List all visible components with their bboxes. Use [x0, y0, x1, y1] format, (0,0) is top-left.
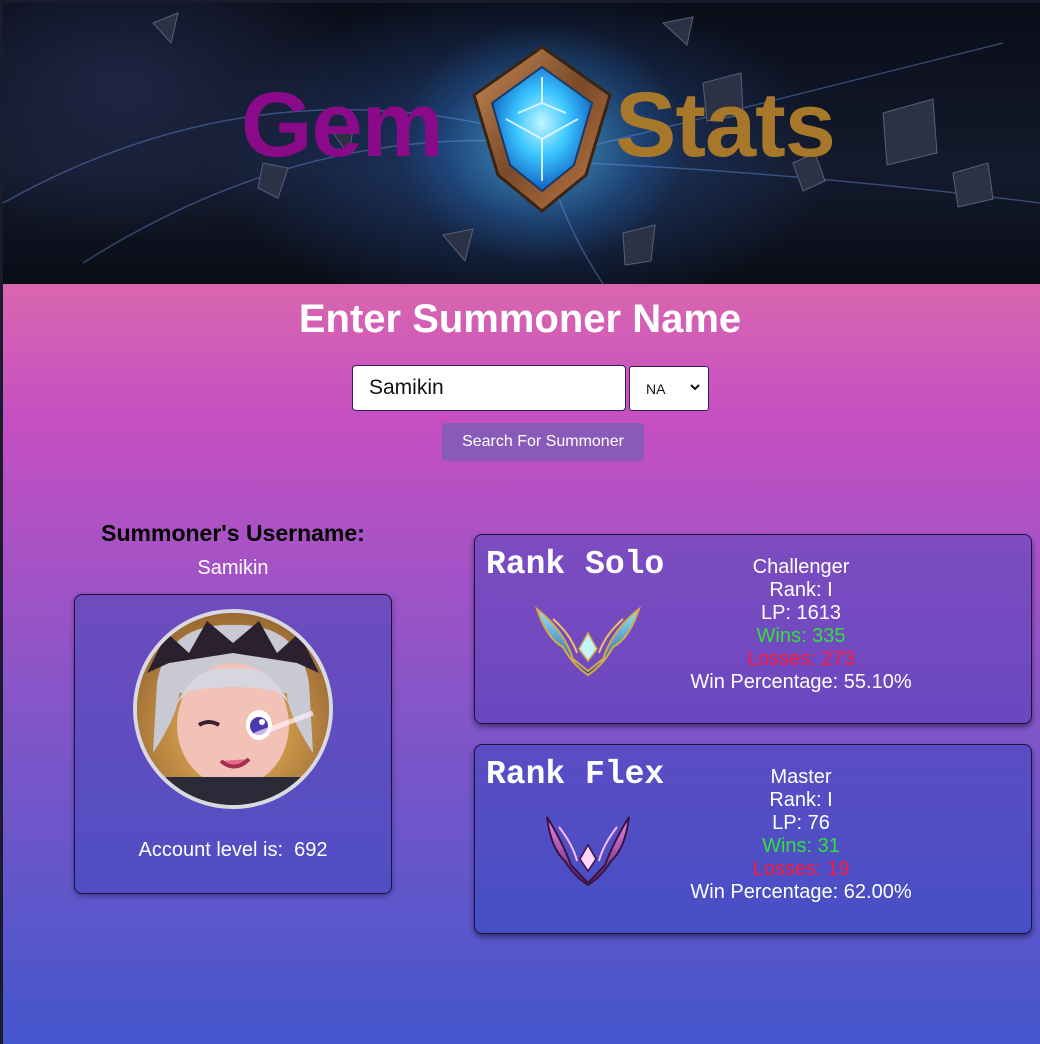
summoner-username-heading: Summoner's Username:: [101, 520, 365, 546]
rank-flex-wins: Wins: 31: [762, 835, 840, 857]
master-emblem-icon: [546, 816, 630, 887]
rank-solo-win-percentage: Win Percentage: 55.10%: [690, 671, 912, 693]
rank-flex-win-percentage: Win Percentage: 62.00%: [690, 881, 912, 903]
rank-flex-division: Rank: I: [769, 789, 833, 811]
rank-solo-losses: Losses: 273: [747, 648, 855, 670]
rank-solo-card: Rank Solo Challenger Rank: I LP: 1613 Wi…: [474, 534, 1032, 724]
rank-solo-info: Challenger Rank: I LP: 1613 Wins: 335 Lo…: [675, 556, 927, 694]
rank-flex-lp: LP: 76: [772, 812, 830, 834]
region-selected-value: NA: [646, 380, 666, 397]
page-title: Enter Summoner Name: [298, 297, 742, 341]
logo-text-stats: Stats: [615, 74, 836, 176]
rank-flex-tier: Master: [770, 766, 832, 788]
rank-flex-title: Rank Flex: [486, 756, 665, 793]
rank-flex-info: Master Rank: I LP: 76 Wins: 31 Losses: 1…: [675, 766, 927, 904]
search-summoner-button[interactable]: Search For Summoner: [442, 423, 644, 461]
summoner-username: Samikin: [197, 557, 269, 579]
logo-text-gem: Gem: [241, 74, 444, 176]
chevron-down-icon: [690, 384, 700, 391]
rank-flex-card: Rank Flex Master Rank: I LP: 76 Wins: 31…: [474, 744, 1032, 934]
region-select[interactable]: NA: [629, 366, 709, 411]
rank-solo-tier: Challenger: [752, 556, 850, 578]
account-level: Account level is: 692: [138, 839, 328, 861]
gem-logo-icon: [472, 45, 612, 213]
rank-flex-losses: Losses: 19: [752, 858, 850, 880]
champion-portrait-icon: [137, 613, 329, 805]
rank-solo-title: Rank Solo: [486, 546, 665, 583]
rank-solo-wins: Wins: 335: [756, 625, 846, 647]
header-banner: Gem Stats: [3, 3, 1040, 284]
summoner-name-input[interactable]: [352, 365, 626, 411]
rank-solo-lp: LP: 1613: [760, 602, 842, 624]
rank-solo-division: Rank: I: [769, 579, 833, 601]
profile-card: Account level is: 692: [74, 594, 392, 894]
challenger-emblem-icon: [535, 606, 641, 677]
avatar: [133, 609, 333, 809]
